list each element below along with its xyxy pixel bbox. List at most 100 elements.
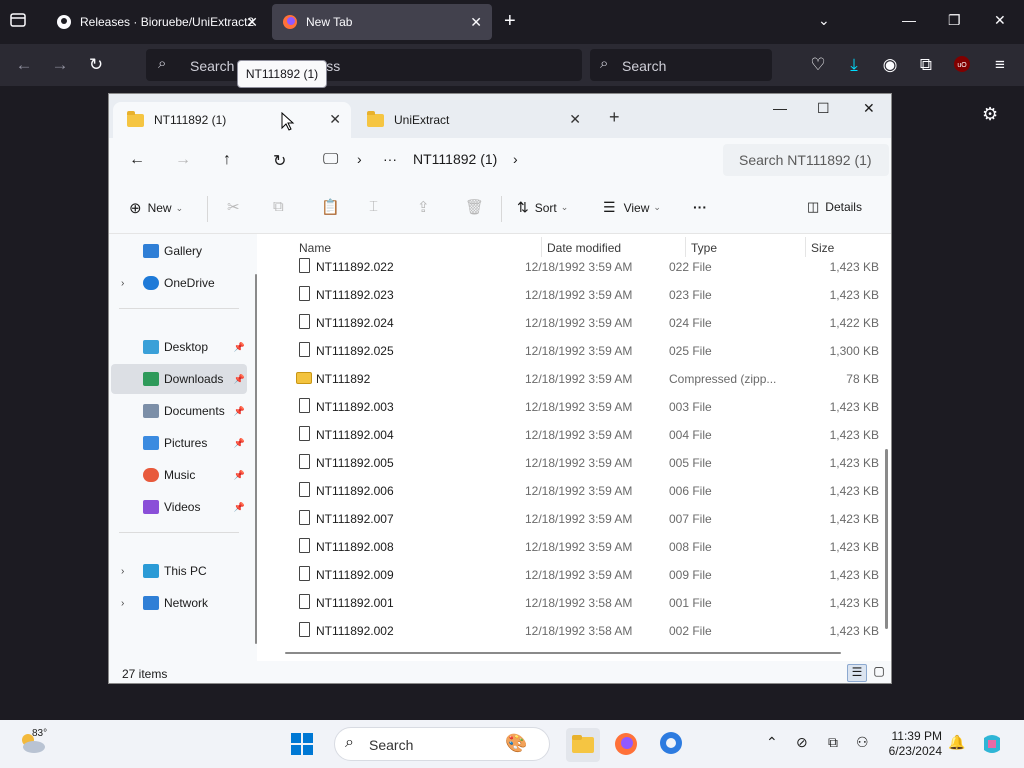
chevron-down-icon[interactable]: ⌄: [818, 12, 830, 29]
browser-tab-new-tab[interactable]: New Tab ✕: [272, 4, 492, 40]
explorer-search-input[interactable]: Search NT111892 (1): [723, 144, 889, 176]
start-windows-icon[interactable]: [290, 732, 314, 759]
new-tab-plus-icon[interactable]: +: [504, 10, 516, 33]
notification-bell-icon[interactable]: 🔔: [948, 734, 965, 751]
extensions-icon[interactable]: ⧉: [916, 55, 936, 75]
breadcrumb-chevron-icon[interactable]: ›: [513, 151, 518, 167]
pin-icon[interactable]: 📌: [234, 502, 245, 513]
sidebar-item-this-pc[interactable]: › This PC: [111, 556, 247, 586]
browser-tab-releases[interactable]: Releases · Bioruebe/UniExtract2 ✕: [46, 4, 268, 40]
table-row[interactable]: NT111892.004 12/18/1992 3:59 AM 004 File 1,…: [287, 420, 879, 448]
table-row[interactable]: NT111892.025 12/18/1992 3:59 AM 025 File 1,…: [287, 336, 879, 364]
back-arrow-icon[interactable]: ←: [129, 151, 145, 169]
breadcrumb-current[interactable]: NT111892 (1): [413, 151, 497, 167]
up-arrow-icon[interactable]: ↑: [223, 151, 231, 169]
sidebar-item-downloads[interactable]: Downloads 📌: [111, 364, 247, 394]
tiles-view-icon[interactable]: ▢: [869, 664, 889, 682]
chevron-right-icon[interactable]: ›: [121, 566, 124, 577]
chevron-right-icon[interactable]: ›: [121, 278, 124, 289]
details-view-icon[interactable]: ☰: [847, 664, 867, 682]
web-search-box[interactable]: ⌕ Search: [590, 49, 772, 81]
reload-icon[interactable]: ↻: [86, 55, 106, 75]
url-bar[interactable]: ⌕ Search or enter address: [146, 49, 582, 81]
close-tab-icon[interactable]: ✕: [246, 14, 258, 31]
weather-temperature[interactable]: 83°: [32, 728, 47, 739]
delete-icon[interactable]: 🗑: [465, 198, 484, 216]
copy-icon[interactable]: ⧉: [273, 198, 284, 215]
maximize-icon[interactable]: ☐: [817, 100, 830, 117]
table-row[interactable]: NT111892.022 12/18/1992 3:59 AM 022 File 1,…: [287, 252, 879, 280]
table-row[interactable]: NT111892.002 12/18/1992 3:58 AM 002 File 1,…: [287, 616, 879, 644]
copilot-taskbar-icon[interactable]: [658, 730, 684, 759]
sidebar-item-onedrive[interactable]: › OneDrive: [111, 268, 247, 298]
forward-arrow-icon[interactable]: →: [50, 55, 70, 75]
sidebar-item-videos[interactable]: Videos 📌: [111, 492, 247, 522]
restore-icon[interactable]: ❐: [948, 12, 961, 29]
details-button[interactable]: ◫ Details: [807, 199, 862, 215]
monitor-icon[interactable]: 🖵: [323, 151, 338, 169]
pocket-icon[interactable]: ♡: [808, 55, 828, 75]
minimize-icon[interactable]: —: [902, 12, 916, 28]
sort-button[interactable]: ⇅ Sort ⌄: [517, 199, 568, 216]
close-window-icon[interactable]: ✕: [994, 12, 1006, 29]
pin-icon[interactable]: 📌: [234, 406, 245, 417]
close-tab-icon[interactable]: ✕: [569, 111, 581, 128]
list-all-tabs-icon[interactable]: [8, 10, 32, 34]
sidebar-item-gallery[interactable]: Gallery: [111, 236, 247, 266]
close-tab-icon[interactable]: ✕: [329, 111, 341, 128]
table-row[interactable]: NT111892.006 12/18/1992 3:59 AM 006 File 1,…: [287, 476, 879, 504]
account-icon[interactable]: ◉: [880, 55, 900, 75]
explorer-tab-nt111892[interactable]: NT111892 (1) ✕: [113, 102, 351, 138]
rename-icon[interactable]: ⌶: [369, 198, 378, 215]
cut-icon[interactable]: ✂: [227, 198, 240, 216]
sidebar-item-documents[interactable]: Documents 📌: [111, 396, 247, 426]
close-window-icon[interactable]: ✕: [863, 100, 875, 117]
display-icon[interactable]: ⧉: [828, 734, 838, 751]
new-tab-plus-icon[interactable]: +: [609, 107, 620, 128]
paste-icon[interactable]: 📋: [321, 198, 340, 216]
firefox-taskbar-icon[interactable]: [614, 732, 638, 759]
file-explorer-taskbar-button[interactable]: [566, 728, 600, 762]
back-arrow-icon[interactable]: ←: [14, 55, 34, 75]
accessibility-icon[interactable]: ⚇: [856, 734, 869, 751]
sidebar-item-music[interactable]: Music 📌: [111, 460, 247, 490]
gear-icon[interactable]: ⚙: [982, 104, 998, 125]
view-button[interactable]: ☰ View ⌄: [603, 199, 661, 216]
table-row[interactable]: NT111892.003 12/18/1992 3:59 AM 003 File 1,…: [287, 392, 879, 420]
breadcrumb-chevron-icon[interactable]: ›: [357, 151, 362, 167]
table-row[interactable]: NT111892.023 12/18/1992 3:59 AM 023 File 1,…: [287, 280, 879, 308]
breadcrumb-ellipsis[interactable]: ···: [383, 151, 397, 167]
minimize-icon[interactable]: —: [773, 100, 787, 116]
copilot-icon[interactable]: [980, 732, 1004, 759]
taskbar-search-box[interactable]: ⌕ Search 🎨: [334, 727, 550, 761]
pin-icon[interactable]: 📌: [234, 342, 245, 353]
share-icon[interactable]: ⇪: [417, 198, 430, 216]
chevron-up-icon[interactable]: ⌃: [766, 734, 778, 751]
ublock-icon[interactable]: uO: [952, 55, 972, 75]
chevron-right-icon[interactable]: ›: [121, 598, 124, 609]
table-row[interactable]: NT111892.008 12/18/1992 3:59 AM 008 File 1,…: [287, 532, 879, 560]
clock[interactable]: 11:39 PM 6/23/2024: [880, 729, 942, 759]
table-row[interactable]: NT111892.005 12/18/1992 3:59 AM 005 File 1,…: [287, 448, 879, 476]
table-row[interactable]: NT111892.009 12/18/1992 3:59 AM 009 File 1,…: [287, 560, 879, 588]
explorer-tab-uniextract[interactable]: UniExtract ✕: [353, 102, 591, 138]
pin-icon[interactable]: 📌: [234, 374, 245, 385]
download-icon[interactable]: ⤓: [844, 55, 864, 75]
pin-icon[interactable]: 📌: [234, 470, 245, 481]
see-more-button[interactable]: ···: [693, 199, 707, 215]
table-row[interactable]: NT111892.007 12/18/1992 3:59 AM 007 File 1,…: [287, 504, 879, 532]
sidebar-item-desktop[interactable]: Desktop 📌: [111, 332, 247, 362]
sidebar-item-network[interactable]: › Network: [111, 588, 247, 618]
network-offline-icon[interactable]: ⊘: [796, 734, 808, 751]
menu-icon[interactable]: ≡: [990, 55, 1010, 75]
close-tab-icon[interactable]: ✕: [470, 14, 482, 31]
forward-arrow-icon[interactable]: →: [175, 151, 191, 169]
table-row[interactable]: NT111892.024 12/18/1992 3:59 AM 024 File 1,…: [287, 308, 879, 336]
horizontal-scrollbar[interactable]: [285, 652, 841, 654]
table-row[interactable]: NT111892 12/18/1992 3:59 AM Compressed (zi…: [287, 364, 879, 392]
vertical-scrollbar[interactable]: [885, 449, 888, 629]
sidebar-item-pictures[interactable]: Pictures 📌: [111, 428, 247, 458]
refresh-icon[interactable]: ↻: [273, 151, 286, 171]
new-button[interactable]: ⊕ New ⌄: [129, 199, 183, 217]
table-row[interactable]: NT111892.001 12/18/1992 3:58 AM 001 File 1,…: [287, 588, 879, 616]
